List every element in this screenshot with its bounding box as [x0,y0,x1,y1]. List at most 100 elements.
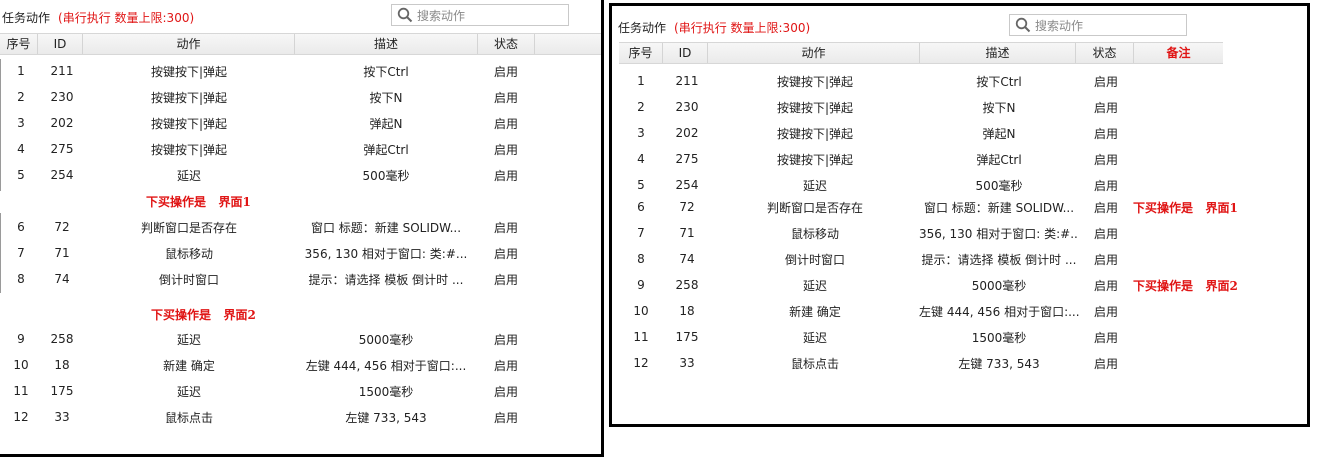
search-input[interactable]: 搜索动作 [1009,14,1187,36]
table-row[interactable]: 12 33 鼠标点击 左键 733, 543 启用 [0,405,536,429]
cell-status: 启用 [493,90,518,105]
cell-action: 鼠标移动 [790,226,839,241]
cell-action: 新建 确定 [789,304,841,319]
cell-action: 按键按下|弹起 [776,100,854,115]
cell-index: 10 [13,358,29,372]
cell-index: 12 [13,410,29,424]
header-col-action[interactable]: 动作 [708,43,920,63]
cell-action: 按键按下|弹起 [150,90,228,105]
cell-status: 启用 [493,220,518,235]
table-row[interactable]: 4 275 按键按下|弹起 弹起Ctrl 启用 [619,147,1237,171]
search-input[interactable]: 搜索动作 [391,4,569,26]
cell-id: 18 [679,304,695,318]
cell-id: 202 [50,116,74,130]
cell-status: 启用 [1093,152,1118,167]
cell-index: 8 [17,272,25,286]
table-row[interactable]: 3 202 按键按下|弹起 弹起N 启用 [619,121,1237,145]
table-row[interactable]: 12 33 鼠标点击 左键 733, 543 启用 [619,351,1237,375]
search-icon [1015,17,1031,33]
cell-index: 4 [637,152,645,166]
header-col-status[interactable]: 状态 [478,34,535,54]
left-divider [0,59,1,191]
cell-id: 33 [679,356,695,370]
cell-status: 启用 [493,410,518,425]
cell-description: 左键 733, 543 [958,356,1040,371]
title-subtitle: (串行执行 数量上限:300) [674,21,811,35]
table-row[interactable]: 7 71 鼠标移动 356, 130 相对于窗口: 类:#... 启用 [619,221,1237,245]
table-row[interactable]: 10 18 新建 确定 左键 444, 456 相对于窗口:... 启用 [0,353,536,377]
cell-action: 延迟 [176,332,201,347]
cell-status: 启用 [493,142,518,157]
cell-index: 8 [637,252,645,266]
search-placeholder: 搜索动作 [1035,18,1084,33]
table-row[interactable]: 11 175 延迟 1500毫秒 启用 [0,379,536,403]
cell-index: 11 [13,384,29,398]
header-col-index[interactable]: 序号 [619,43,663,63]
cell-action: 倒计时窗口 [158,272,219,287]
table-row[interactable]: 2 230 按键按下|弹起 按下N 启用 [0,85,536,109]
cell-status: 启用 [1093,330,1118,345]
panel-title: 任务动作 (串行执行 数量上限:300) [2,9,194,26]
cell-id: 230 [50,90,74,104]
header-col-status[interactable]: 状态 [1076,43,1134,63]
cell-index: 10 [633,304,649,318]
table-row[interactable]: 6 72 判断窗口是否存在 窗口 标题：新建 SOLIDW... 启用 [0,215,536,239]
table-row[interactable]: 10 18 新建 确定 左键 444, 456 相对于窗口:... 启用 [619,299,1237,323]
cell-id: 18 [54,358,70,372]
cell-id: 275 [675,152,699,166]
cell-action: 延迟 [176,384,201,399]
header-col-id[interactable]: ID [38,34,83,54]
table-row[interactable]: 7 71 鼠标移动 356, 130 相对于窗口: 类:#... 启用 [0,241,536,265]
header-col-description[interactable]: 描述 [295,34,478,54]
table-row[interactable]: 9 258 延迟 5000毫秒 启用 下买操作是 界面2 [619,273,1237,297]
cell-description: 左键 444, 456 相对于窗口:... [919,304,1079,319]
cell-index: 1 [637,74,645,88]
table-row[interactable]: 8 74 倒计时窗口 提示：请选择 模板 倒计时 ... 启用 [0,267,536,291]
table-row[interactable]: 6 72 判断窗口是否存在 窗口 标题：新建 SOLIDW... 启用 下买操作是 界面1 [619,195,1237,219]
cell-index: 6 [17,220,25,234]
cell-status: 启用 [493,358,518,373]
cell-status: 启用 [1093,356,1118,371]
table-row[interactable]: 3 202 按键按下|弹起 弹起N 启用 [0,111,536,135]
table-row[interactable]: 2 230 按键按下|弹起 按下N 启用 [619,95,1237,119]
header-col-index[interactable]: 序号 [0,34,38,54]
cell-id: 202 [675,126,699,140]
cell-id: 230 [675,100,699,114]
cell-action: 鼠标点击 [790,356,839,371]
cell-id: 72 [679,200,695,214]
cell-description: 按下Ctrl [363,64,409,79]
cell-description: 356, 130 相对于窗口: 类:#... [304,246,468,261]
cell-status: 启用 [1093,100,1118,115]
panel-title: 任务动作 (串行执行 数量上限:300) [618,19,810,36]
title-subtitle: (串行执行 数量上限:300) [58,11,195,25]
cell-status: 启用 [1093,278,1118,293]
cell-remark: 下买操作是 界面1 [1133,200,1237,215]
cell-id: 71 [54,246,70,260]
cell-id: 72 [54,220,70,234]
table-row[interactable]: 5 254 延迟 500毫秒 启用 [619,173,1237,197]
header-col-id[interactable]: ID [663,43,708,63]
table-header: 序号 ID 动作 描述 状态 备注 [619,42,1223,64]
title-label: 任务动作 [2,11,51,25]
cell-action: 倒计时窗口 [784,252,845,267]
cell-id: 258 [675,278,699,292]
cell-description: 弹起N [982,126,1016,141]
table-row[interactable]: 1 211 按键按下|弹起 按下Ctrl 启用 [619,69,1237,93]
header-col-description[interactable]: 描述 [920,43,1076,63]
table-row[interactable]: 1 211 按键按下|弹起 按下Ctrl 启用 [0,59,536,83]
cell-status: 启用 [493,246,518,261]
table-row[interactable]: 4 275 按键按下|弹起 弹起Ctrl 启用 [0,137,536,161]
cell-action: 延迟 [176,168,201,183]
table-row[interactable]: 9 258 延迟 5000毫秒 启用 [0,327,536,351]
header-col-action[interactable]: 动作 [83,34,295,54]
table-row[interactable]: 11 175 延迟 1500毫秒 启用 [619,325,1237,349]
cell-status: 启用 [1093,126,1118,141]
title-label: 任务动作 [618,21,667,35]
table-row[interactable]: 8 74 倒计时窗口 提示：请选择 模板 倒计时 ... 启用 [619,247,1237,271]
cell-description: 1500毫秒 [358,384,414,399]
table-row[interactable]: 5 254 延迟 500毫秒 启用 [0,163,536,187]
cell-id: 275 [50,142,74,156]
cell-description: 356, 130 相对于窗口: 类:#... [919,226,1079,241]
header-col-remark[interactable]: 备注 [1134,43,1223,63]
cell-index: 5 [17,168,25,182]
